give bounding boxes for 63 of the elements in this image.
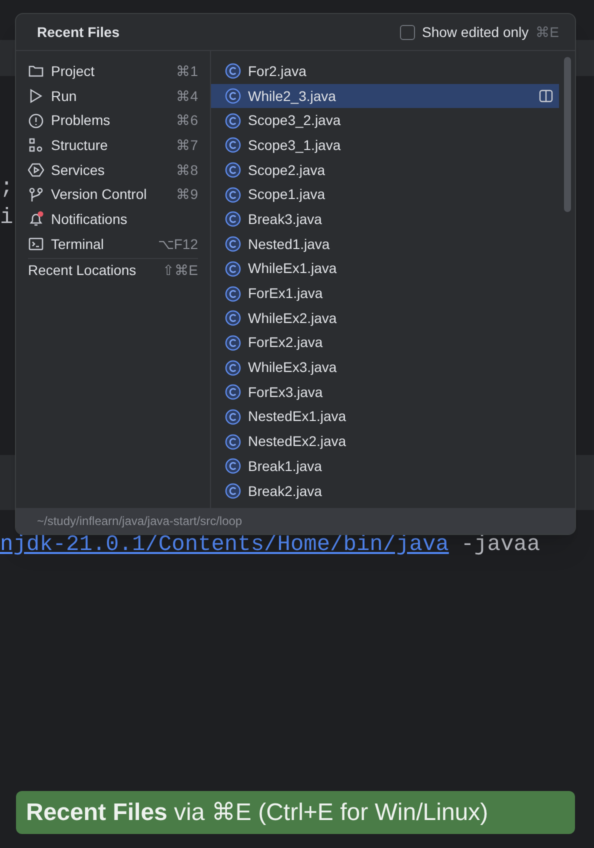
class-icon — [225, 408, 241, 425]
file-row[interactable]: WhileEx2.java — [211, 306, 559, 331]
console-text: -javaa — [460, 531, 540, 559]
tool-window-item[interactable]: Structure ⌘7 — [28, 133, 198, 158]
file-row[interactable]: Scope3_1.java — [211, 133, 559, 158]
file-row[interactable]: While2_3.java — [211, 84, 559, 108]
code-text: ; — [0, 176, 14, 200]
warning-icon — [28, 112, 44, 129]
play-icon — [28, 88, 44, 104]
show-edited-checkbox[interactable]: Show edited only ⌘E — [400, 22, 559, 42]
file-row[interactable]: For2.java — [211, 59, 559, 84]
class-icon — [225, 360, 241, 376]
class-icon — [225, 434, 241, 450]
tool-window-item[interactable]: Version Control ⌘9 — [28, 182, 198, 208]
class-icon — [225, 483, 241, 500]
popup-title: Recent Files — [37, 22, 120, 42]
class-icon — [225, 112, 241, 129]
file-row[interactable]: WhileEx3.java — [211, 355, 559, 380]
class-icon — [225, 236, 241, 252]
tool-window-item[interactable]: Terminal ⌥F12 — [28, 232, 198, 256]
tool-window-item[interactable]: Project ⌘1 — [28, 59, 198, 84]
path-text: ~/study/inflearn/java/java-start/src/loop — [37, 513, 242, 530]
branch-icon — [28, 186, 44, 203]
file-row[interactable]: Scope3_2.java — [211, 108, 559, 134]
file-row[interactable]: WhileEx1.java — [211, 256, 559, 282]
file-row[interactable]: ForEx3.java — [211, 380, 559, 405]
folder-icon — [28, 63, 44, 80]
file-row[interactable]: Break2.java — [211, 478, 559, 504]
code-text: i — [0, 206, 14, 230]
recent-locations-item[interactable]: Recent Locations ⇧⌘E — [28, 258, 198, 282]
file-row[interactable]: ForEx1.java — [211, 281, 559, 306]
services-icon — [28, 162, 44, 178]
file-row[interactable]: NestedEx1.java — [211, 404, 559, 430]
class-icon — [225, 186, 241, 203]
tool-window-item[interactable]: Services ⌘8 — [28, 158, 198, 182]
structure-icon — [28, 137, 44, 154]
split-icon[interactable] — [539, 89, 553, 104]
scrollbar-thumb[interactable] — [564, 57, 571, 212]
tool-window-item[interactable]: Problems ⌘6 — [28, 108, 198, 134]
class-icon — [225, 88, 241, 104]
class-icon — [225, 63, 241, 80]
class-icon — [225, 334, 241, 351]
class-icon — [225, 286, 241, 302]
shortcut-text: ⌘E — [536, 22, 559, 42]
file-row[interactable]: Nested1.java — [211, 232, 559, 256]
file-row[interactable]: Break3.java — [211, 207, 559, 232]
class-icon — [225, 137, 241, 154]
terminal-icon — [28, 236, 44, 252]
file-row[interactable]: ForEx2.java — [211, 330, 559, 356]
shortcut-banner: Recent Files via ⌘E (Ctrl+E for Win/Linux) — [16, 791, 575, 834]
class-icon — [225, 211, 241, 228]
tool-window-item[interactable]: Run ⌘4 — [28, 84, 198, 108]
tool-window-item[interactable]: Notifications — [28, 207, 198, 232]
file-row[interactable]: Break1.java — [211, 454, 559, 479]
file-row[interactable]: Scope2.java — [211, 158, 559, 182]
checkbox[interactable] — [400, 24, 416, 40]
class-icon — [225, 458, 241, 474]
file-row[interactable]: NestedEx2.java — [211, 429, 559, 454]
class-icon — [225, 260, 241, 277]
file-row[interactable]: Scope1.java — [211, 182, 559, 208]
class-icon — [225, 384, 241, 400]
class-icon — [225, 162, 241, 178]
class-icon — [225, 310, 241, 326]
